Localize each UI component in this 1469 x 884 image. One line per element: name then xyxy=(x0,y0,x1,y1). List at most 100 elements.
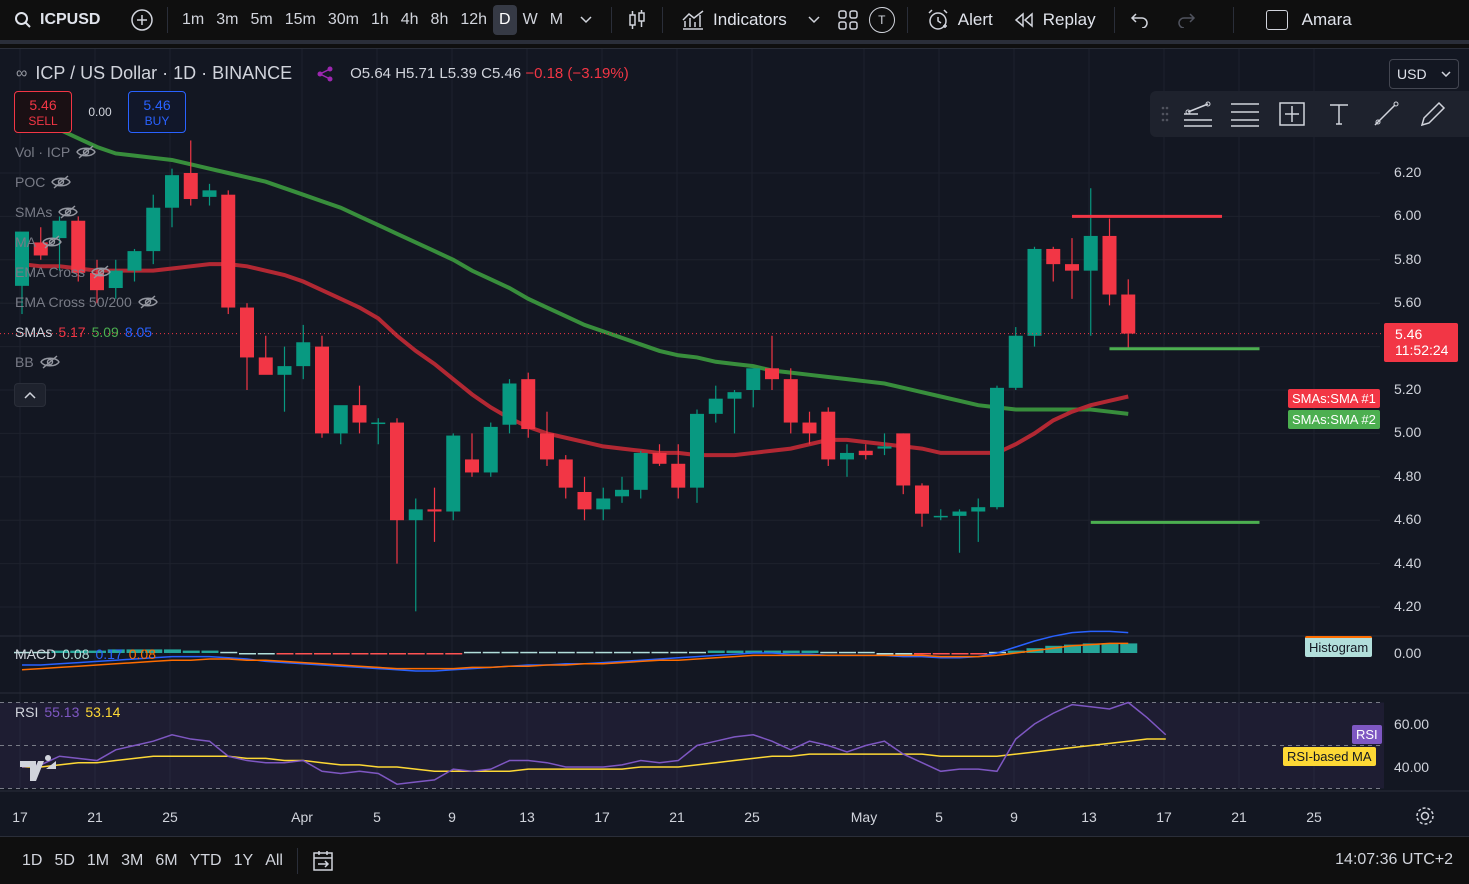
templates-button[interactable]: T xyxy=(865,5,899,35)
alert-button[interactable]: Alert xyxy=(916,8,1003,32)
chart-type-button[interactable] xyxy=(620,5,654,35)
interval-m[interactable]: M xyxy=(544,5,569,35)
share-icon[interactable] xyxy=(316,65,334,83)
macd-hist-bar xyxy=(970,653,988,655)
buy-button[interactable]: 5.46 BUY xyxy=(128,91,186,133)
layouts-button[interactable] xyxy=(831,5,865,35)
currency-select[interactable]: USD xyxy=(1389,59,1459,89)
macd-signal-value: 0.08 xyxy=(128,646,156,662)
eye-hidden-icon[interactable] xyxy=(39,355,60,369)
indicator-smas[interactable]: SMAs 5.17 5.09 8.05 xyxy=(15,324,152,340)
candle xyxy=(258,335,273,375)
redo-button[interactable] xyxy=(1169,5,1203,35)
macd-hist-bar xyxy=(707,650,725,653)
candle xyxy=(127,248,142,282)
interval-3m[interactable]: 3m xyxy=(210,5,244,35)
interval-30m[interactable]: 30m xyxy=(322,5,365,35)
candle-body xyxy=(727,392,742,399)
eye-hidden-icon[interactable] xyxy=(51,175,72,189)
macd-hist-bar xyxy=(1120,643,1138,653)
range-5d[interactable]: 5D xyxy=(48,852,80,870)
candles xyxy=(15,140,1136,612)
replay-button[interactable]: Replay xyxy=(1003,10,1106,30)
trendline-tool[interactable] xyxy=(1174,94,1221,134)
redo-icon xyxy=(1177,13,1195,28)
layout-name-button[interactable]: Amara xyxy=(1256,10,1362,30)
eye-hidden-icon[interactable] xyxy=(76,145,97,159)
interval-1m[interactable]: 1m xyxy=(176,5,210,35)
interval-dropdown[interactable] xyxy=(569,5,603,35)
chart-canvas[interactable] xyxy=(0,49,1469,837)
interval-8h[interactable]: 8h xyxy=(425,5,455,35)
macd-legend[interactable]: MACD 0.08 0.17 0.08 xyxy=(15,646,156,662)
chart-area[interactable]: ∞ ICP / US Dollar · 1D · BINANCE O5.64 H… xyxy=(0,48,1469,836)
goto-date-button[interactable] xyxy=(306,846,340,876)
indicator-ma[interactable]: MA xyxy=(15,234,62,250)
macd-histogram xyxy=(14,643,1138,655)
indicators-dropdown[interactable] xyxy=(797,5,831,35)
indicator-smas-hidden[interactable]: SMAs xyxy=(15,204,79,220)
interval-w[interactable]: W xyxy=(517,5,544,35)
candles-icon xyxy=(629,10,645,29)
collapse-legend-button[interactable] xyxy=(14,383,46,407)
range-all[interactable]: All xyxy=(259,852,289,870)
date-tick-label: 17 xyxy=(12,809,28,825)
symbol-search[interactable]: ICPUSD xyxy=(0,0,125,40)
price-tick-label: 4.40 xyxy=(1394,554,1422,571)
rsi-60-label: 60.00 xyxy=(1394,716,1430,732)
arrow-tool[interactable] xyxy=(1409,94,1456,134)
candle xyxy=(1065,238,1079,299)
text-icon xyxy=(1329,104,1348,125)
interval-5m[interactable]: 5m xyxy=(244,5,278,35)
range-1d[interactable]: 1D xyxy=(16,852,48,870)
sma-fast-line xyxy=(21,262,1129,458)
text-tool[interactable] xyxy=(1315,94,1362,134)
range-6m[interactable]: 6M xyxy=(149,852,183,870)
range-1m[interactable]: 1M xyxy=(81,852,115,870)
indicator-bb[interactable]: BB xyxy=(15,354,60,370)
candle xyxy=(783,368,798,434)
macd-hist-bar xyxy=(1101,643,1119,653)
chevron-down-icon xyxy=(1441,71,1451,77)
eye-hidden-icon[interactable] xyxy=(42,235,62,249)
interval-4h[interactable]: 4h xyxy=(395,5,425,35)
range-1y[interactable]: 1Y xyxy=(228,852,260,870)
eye-hidden-icon[interactable] xyxy=(91,265,111,279)
brush-icon xyxy=(1373,101,1398,126)
eye-hidden-icon[interactable] xyxy=(137,295,158,309)
indicators-icon xyxy=(682,10,704,30)
indicator-poc[interactable]: POC xyxy=(15,174,72,190)
chart-settings-button[interactable] xyxy=(1414,805,1436,827)
interval-d[interactable]: D xyxy=(493,5,517,35)
brush-tool[interactable] xyxy=(1362,94,1409,134)
price-tick-label: 5.60 xyxy=(1394,294,1422,311)
candle-body xyxy=(1083,235,1098,271)
compare-symbol-button[interactable] xyxy=(125,5,159,35)
indicators-button[interactable]: Indicators xyxy=(671,9,797,31)
fib-tool[interactable] xyxy=(1221,94,1268,134)
undo-button[interactable] xyxy=(1123,5,1157,35)
sell-button[interactable]: 5.46 SELL xyxy=(14,91,72,133)
candle-body xyxy=(258,357,273,375)
last-price-value: 5.46 xyxy=(1395,326,1423,342)
interval-1h[interactable]: 1h xyxy=(365,5,395,35)
range-3m[interactable]: 3M xyxy=(115,852,149,870)
range-ytd[interactable]: YTD xyxy=(184,852,228,870)
interval-12h[interactable]: 12h xyxy=(454,5,493,35)
rsi-legend[interactable]: RSI 55.13 53.14 xyxy=(15,704,120,720)
measure-tool[interactable] xyxy=(1268,94,1315,134)
indicator-ema-cross[interactable]: EMA Cross xyxy=(15,264,111,280)
candle-body xyxy=(296,342,311,367)
gear-icon xyxy=(1416,807,1434,825)
interval-15m[interactable]: 15m xyxy=(279,5,322,35)
macd-hist-bar xyxy=(951,653,969,655)
infinity-icon: ∞ xyxy=(16,64,28,82)
eye-hidden-icon[interactable] xyxy=(58,205,79,219)
indicator-ema-cross-50-200[interactable]: EMA Cross 50/200 xyxy=(15,294,158,310)
indicator-vol[interactable]: Vol · ICP xyxy=(15,144,97,160)
clock[interactable]: 14:07:36 UTC+2 xyxy=(1335,851,1453,869)
chevron-up-icon xyxy=(24,391,36,399)
chevron-down-icon xyxy=(580,16,592,24)
drawing-toolbar xyxy=(1150,91,1469,137)
drag-handle[interactable] xyxy=(1156,94,1174,134)
